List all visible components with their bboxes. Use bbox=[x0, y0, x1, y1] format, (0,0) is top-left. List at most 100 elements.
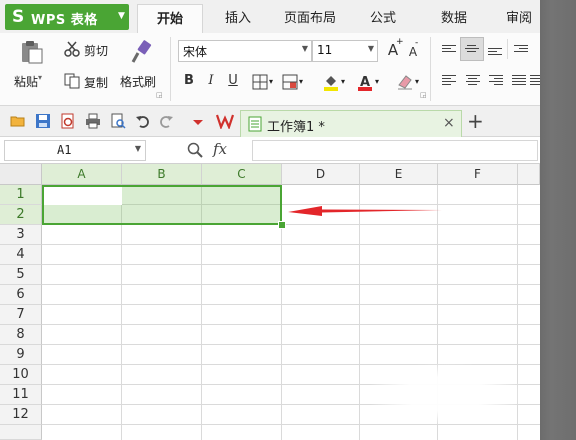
row-header-6[interactable]: 6 bbox=[0, 285, 42, 305]
cell-style-icon[interactable] bbox=[282, 74, 298, 90]
gridline bbox=[42, 264, 540, 265]
zoom-search-icon[interactable] bbox=[187, 142, 203, 158]
tab-formulas-label: 公式 bbox=[369, 11, 396, 26]
ribbon-separator bbox=[170, 37, 171, 101]
column-header-e[interactable]: E bbox=[360, 164, 438, 185]
cut-button[interactable]: 剪切 bbox=[84, 42, 108, 59]
copy-button[interactable]: 复制 bbox=[84, 74, 108, 91]
align-bottom-icon[interactable] bbox=[488, 46, 502, 57]
column-header-a[interactable]: A bbox=[42, 164, 122, 185]
italic-button[interactable]: I bbox=[202, 72, 220, 90]
row-header-11[interactable]: 11 bbox=[0, 385, 42, 405]
column-header-g[interactable] bbox=[518, 164, 540, 185]
chevron-down-icon: ▼ bbox=[301, 44, 308, 53]
formula-bar: A1 ▼ fx bbox=[0, 137, 540, 164]
document-tab[interactable]: 工作簿1 * × bbox=[240, 110, 462, 137]
indent-icon[interactable] bbox=[514, 43, 528, 54]
tab-page-layout[interactable]: 页面布局 bbox=[275, 4, 345, 33]
align-center-icon[interactable] bbox=[466, 73, 480, 87]
paste-dropdown-icon[interactable]: ▾ bbox=[38, 73, 42, 82]
shrink-font-button[interactable]: A bbox=[404, 43, 422, 61]
align-right-icon[interactable] bbox=[489, 73, 503, 87]
redo-icon[interactable] bbox=[158, 113, 174, 129]
tab-insert-label: 插入 bbox=[224, 11, 251, 26]
select-all-corner[interactable] bbox=[0, 164, 42, 185]
active-cell-a1[interactable] bbox=[44, 187, 122, 205]
paste-button[interactable]: 粘贴 bbox=[14, 73, 38, 90]
row-header-9[interactable]: 9 bbox=[0, 345, 42, 365]
insert-function-button[interactable]: fx bbox=[213, 140, 227, 158]
wps-logo-icon: S bbox=[12, 7, 25, 27]
tab-home[interactable]: 开始 bbox=[137, 4, 203, 34]
align-top-icon[interactable] bbox=[442, 43, 456, 54]
font-color-dropdown-icon[interactable]: ▾ bbox=[375, 77, 379, 86]
shrink-font-minus-icon: - bbox=[415, 38, 419, 48]
underline-button[interactable]: U bbox=[224, 72, 242, 90]
ribbon-home: 粘贴 ▾ 剪切 复制 格式刷 ◲ 宋体 ▼ 11 ▼ A + A - B I U… bbox=[0, 33, 540, 106]
tab-insert[interactable]: 插入 bbox=[212, 4, 264, 33]
column-header-f[interactable]: F bbox=[438, 164, 518, 185]
paste-icon[interactable] bbox=[18, 39, 44, 65]
row-header-5[interactable]: 5 bbox=[0, 265, 42, 285]
tab-page-layout-label: 页面布局 bbox=[283, 11, 336, 26]
open-folder-icon[interactable] bbox=[10, 113, 26, 129]
close-icon[interactable]: × bbox=[443, 115, 455, 131]
font-color-icon[interactable]: A bbox=[356, 73, 374, 91]
column-header-b[interactable]: B bbox=[122, 164, 202, 185]
formula-input[interactable] bbox=[252, 140, 538, 161]
new-tab-button[interactable]: + bbox=[467, 109, 484, 133]
format-painter-icon[interactable] bbox=[128, 39, 154, 65]
row-header-12[interactable]: 12 bbox=[0, 405, 42, 425]
fill-color-icon[interactable] bbox=[322, 73, 340, 91]
row-header-2[interactable]: 2 bbox=[0, 205, 42, 225]
column-header-d[interactable]: D bbox=[282, 164, 360, 185]
row-header-10[interactable]: 10 bbox=[0, 365, 42, 385]
align-left-icon[interactable] bbox=[442, 73, 456, 87]
gridline bbox=[42, 344, 540, 345]
borders-icon[interactable] bbox=[252, 74, 268, 90]
tab-home-label: 开始 bbox=[156, 12, 183, 27]
bold-button[interactable]: B bbox=[180, 72, 198, 90]
worksheet-grid[interactable]: A B C D E F 1 2 3 4 5 6 7 8 9 10 11 12 bbox=[0, 164, 540, 440]
font-size-combo[interactable]: 11 ▼ bbox=[312, 40, 378, 62]
font-size-value: 11 bbox=[317, 43, 333, 57]
font-name-combo[interactable]: 宋体 ▼ bbox=[178, 40, 312, 62]
fill-color-dropdown-icon[interactable]: ▾ bbox=[341, 77, 345, 86]
export-pdf-icon[interactable] bbox=[60, 113, 76, 129]
quick-access-toolbar: 工作簿1 * × + bbox=[0, 106, 540, 137]
row-header-3[interactable]: 3 bbox=[0, 225, 42, 245]
fill-handle[interactable] bbox=[278, 221, 286, 229]
clear-format-icon[interactable] bbox=[396, 73, 414, 91]
align-middle-icon bbox=[465, 43, 479, 54]
undo-icon[interactable] bbox=[135, 113, 151, 129]
row-header-1[interactable]: 1 bbox=[0, 185, 42, 205]
distributed-icon[interactable] bbox=[530, 73, 540, 87]
app-menu-button[interactable]: S WPS 表格 ▼ bbox=[5, 4, 129, 30]
name-box-value: A1 bbox=[57, 143, 72, 157]
row-header-8[interactable]: 8 bbox=[0, 325, 42, 345]
print-icon[interactable] bbox=[85, 113, 101, 129]
gridline bbox=[42, 284, 540, 285]
clear-format-dropdown-icon[interactable]: ▾ bbox=[415, 77, 419, 86]
tab-data[interactable]: 数据 bbox=[428, 4, 480, 33]
borders-dropdown-icon[interactable]: ▾ bbox=[269, 77, 273, 86]
clipboard-launcher-icon[interactable]: ◲ bbox=[156, 91, 163, 99]
name-box[interactable]: A1 ▼ bbox=[4, 140, 146, 161]
font-launcher-icon[interactable]: ◲ bbox=[420, 91, 427, 99]
column-header-c[interactable]: C bbox=[202, 164, 282, 185]
wps-w-logo-icon[interactable] bbox=[216, 113, 234, 129]
ribbon-separator bbox=[430, 37, 431, 101]
format-painter-button[interactable]: 格式刷 bbox=[120, 73, 156, 90]
menu-bar: S WPS 表格 ▼ 开始 插入 页面布局 公式 数据 审阅 bbox=[0, 0, 540, 34]
row-header-7[interactable]: 7 bbox=[0, 305, 42, 325]
customize-toolbar-icon[interactable] bbox=[190, 113, 206, 129]
chevron-down-icon: ▼ bbox=[134, 144, 141, 153]
row-header-13[interactable] bbox=[0, 425, 42, 440]
row-header-4[interactable]: 4 bbox=[0, 245, 42, 265]
tab-formulas[interactable]: 公式 bbox=[357, 4, 409, 33]
cell-style-dropdown-icon[interactable]: ▾ bbox=[299, 77, 303, 86]
tab-review[interactable]: 审阅 bbox=[495, 4, 540, 33]
save-icon[interactable] bbox=[35, 113, 51, 129]
print-preview-icon[interactable] bbox=[110, 113, 126, 129]
justify-icon[interactable] bbox=[512, 73, 526, 87]
